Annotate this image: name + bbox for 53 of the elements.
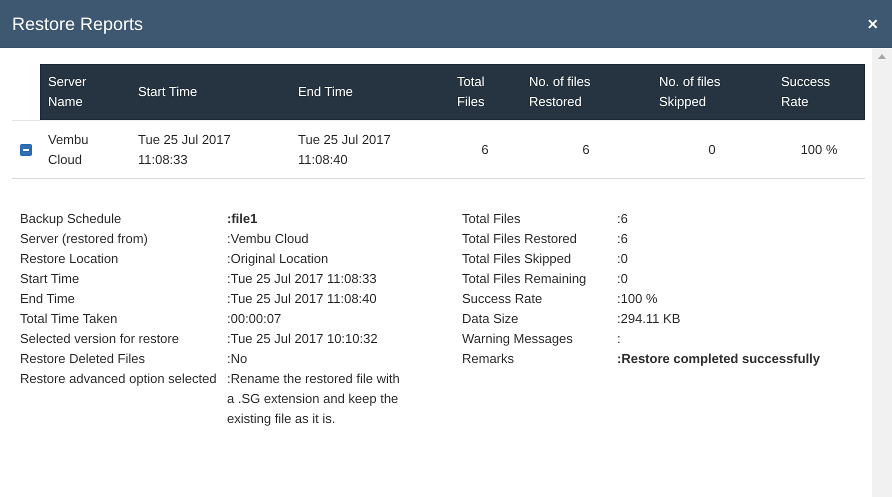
scrollbar[interactable]	[872, 48, 892, 497]
detail-value: :294.11 KB	[617, 310, 682, 328]
detail-label: Success Rate	[462, 290, 544, 308]
detail-value: :	[617, 330, 622, 348]
column-header: End Time	[297, 83, 354, 101]
column-header: No. of files Skipped	[658, 73, 722, 111]
detail-label: Server (restored from)	[20, 230, 149, 248]
detail-value: :0	[617, 270, 629, 288]
detail-label: Backup Schedule	[20, 210, 122, 228]
detail-value: :Tue 25 Jul 2017 11:08:33	[227, 270, 378, 288]
table-cell-text: Tue 25 Jul 2017 11:08:40	[297, 130, 392, 168]
detail-label: Total Files	[462, 210, 522, 228]
detail-label: End Time	[20, 290, 76, 308]
detail-value: :file1	[227, 210, 258, 228]
table-cell-text: Vembu Cloud	[47, 130, 90, 168]
detail-value: :Restore completed successfully	[617, 350, 822, 368]
table-cell-text: 6	[581, 140, 591, 158]
collapse-icon[interactable]	[20, 144, 32, 156]
detail-value: :6	[617, 210, 629, 228]
detail-label: Data Size	[462, 310, 520, 328]
detail-value: :Original Location	[227, 250, 330, 268]
window-title: Restore Reports	[12, 14, 144, 34]
detail-value: :No	[227, 350, 248, 368]
detail-label: Warning Messages	[462, 330, 574, 348]
detail-label: Total Time Taken	[20, 310, 118, 328]
column-header: Start Time	[137, 83, 198, 101]
detail-value: :Tue 25 Jul 2017 10:10:32	[227, 330, 379, 348]
table-cell-text: 100 %	[800, 140, 838, 158]
detail-value: :00:00:07	[227, 310, 282, 328]
detail-label: Remarks	[462, 350, 516, 368]
detail-label: Restore advanced option selected	[20, 370, 218, 388]
detail-value: :0	[617, 250, 629, 268]
detail-label: Start Time	[20, 270, 80, 288]
detail-label: Total Files Remaining	[462, 270, 588, 288]
detail-label: Restore Deleted Files	[20, 350, 146, 368]
detail-value: :100 %	[617, 290, 658, 308]
detail-label: Total Files Restored	[462, 230, 578, 248]
table-cell-text: Tue 25 Jul 2017 11:08:33	[137, 130, 232, 168]
column-header: Total Files	[456, 73, 486, 111]
close-button[interactable]: ×	[865, 14, 880, 34]
detail-value: :6	[617, 230, 629, 248]
column-header: Success Rate	[780, 73, 832, 111]
detail-label: Restore Location	[20, 250, 120, 268]
table-cell-text: 0	[707, 140, 717, 158]
column-header: Server Name	[47, 73, 88, 111]
table-cell-text: 6	[480, 140, 490, 158]
detail-value: :Vembu Cloud	[227, 230, 310, 248]
detail-label: Selected version for restore	[20, 330, 180, 348]
detail-label: Total Files Skipped	[462, 250, 572, 268]
scroll-up-icon[interactable]	[878, 54, 886, 59]
detail-value: :Tue 25 Jul 2017 11:08:40	[227, 290, 378, 308]
detail-value: :Rename the restored file with a .SG extension and keep the existing file as it is.	[227, 370, 401, 428]
column-header: No. of files Restored	[528, 73, 592, 111]
